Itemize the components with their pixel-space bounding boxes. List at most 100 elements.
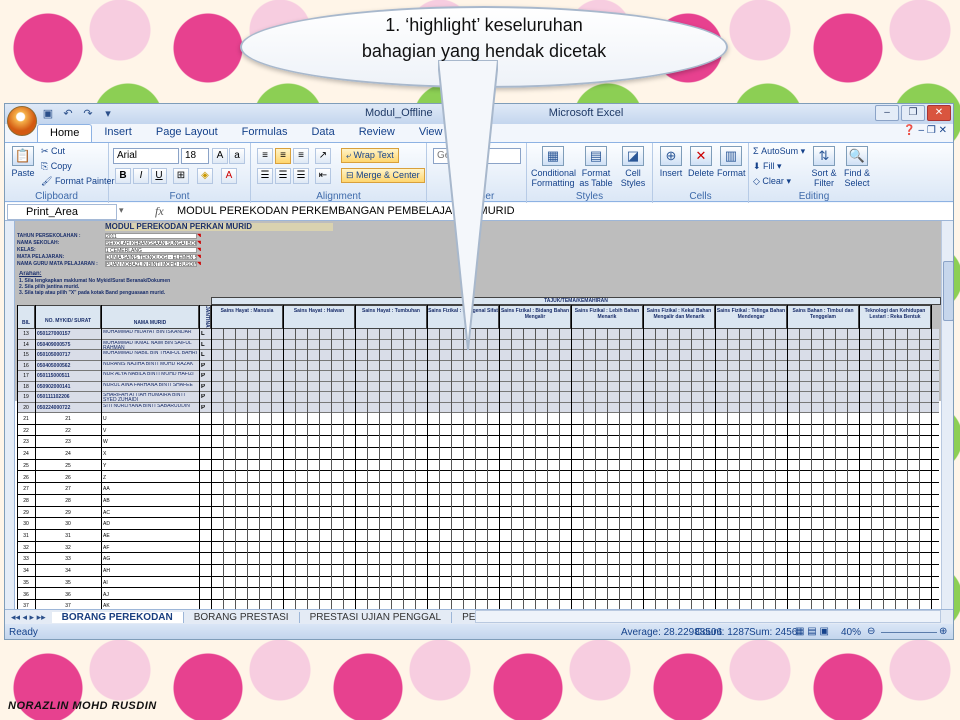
sort-filter-button[interactable]: ⇅ Sort & Filter	[809, 146, 839, 188]
row-jantina[interactable]: P	[201, 394, 209, 400]
format-cells-button[interactable]: ▥ Format	[717, 146, 746, 178]
vertical-scroll-thumb[interactable]	[943, 261, 953, 321]
merge-center-button[interactable]: ⊟ Merge & Center	[341, 168, 425, 183]
zoom-slider[interactable]	[881, 632, 937, 633]
info-value[interactable]: 1 CEMERLANG	[105, 247, 197, 253]
table-row[interactable]	[17, 413, 939, 425]
help-icon[interactable]: ❓ – ❐ ✕	[903, 125, 947, 136]
align-right-icon[interactable]: ☰	[293, 168, 309, 184]
row-nama[interactable]: AF	[103, 545, 133, 551]
row-nama[interactable]: AE	[103, 533, 133, 539]
row-mykid[interactable]: 31	[35, 533, 101, 539]
row-mykid[interactable]: 28	[35, 498, 101, 504]
row-mykid[interactable]: 33	[35, 556, 101, 562]
zoom-level[interactable]: 40%	[841, 627, 861, 638]
row-mykid[interactable]: 25	[35, 463, 101, 469]
bold-button[interactable]: B	[115, 168, 131, 184]
insert-cells-button[interactable]: ⊕ Insert	[657, 146, 685, 178]
row-nama[interactable]: AD	[103, 521, 133, 527]
table-row[interactable]	[17, 565, 939, 577]
row-jantina[interactable]: P	[201, 405, 209, 411]
table-row[interactable]	[17, 483, 939, 495]
row-jantina[interactable]: P	[201, 373, 209, 379]
copy-button[interactable]: ⎘ Copy	[41, 161, 72, 172]
align-left-icon[interactable]: ☰	[257, 168, 273, 184]
row-nama[interactable]: AH	[103, 568, 133, 574]
row-mykid[interactable]: 23	[35, 439, 101, 445]
customize-qat-icon[interactable]: ▾	[101, 107, 115, 121]
row-mykid[interactable]: 35	[35, 580, 101, 586]
row-mykid[interactable]: 050115000511	[37, 373, 101, 379]
row-nama[interactable]: X	[103, 451, 133, 457]
row-nama[interactable]: AG	[103, 556, 133, 562]
row-mykid[interactable]: 050902000141	[37, 384, 101, 390]
font-color-icon[interactable]: A	[221, 168, 237, 184]
tab-insert[interactable]: Insert	[92, 124, 144, 142]
row-mykid[interactable]: 050409000575	[37, 342, 101, 348]
row-mykid[interactable]: 29	[35, 510, 101, 516]
name-box-dropdown-icon[interactable]: ▾	[119, 205, 124, 216]
row-mykid[interactable]: 36	[35, 592, 101, 598]
row-nama[interactable]: NURANIS NAJIHA BINTI MOHD RAZAK	[103, 362, 199, 367]
table-row[interactable]	[17, 425, 939, 437]
row-mykid[interactable]: 26	[35, 475, 101, 481]
table-row[interactable]	[17, 436, 939, 449]
row-jantina[interactable]: P	[201, 363, 209, 369]
row-mykid[interactable]: 050224000722	[37, 405, 101, 411]
row-nama[interactable]: Y	[103, 463, 133, 469]
row-nama[interactable]: AJ	[103, 592, 133, 598]
row-nama[interactable]: AB	[103, 498, 133, 504]
table-row[interactable]	[17, 448, 939, 460]
row-nama[interactable]: SHARIFAH ATTIAH HUMAIRA BINTI SYED ZUHAI…	[103, 393, 199, 403]
fill-color-icon[interactable]: ◈	[197, 168, 213, 184]
zoom-in-icon[interactable]: ⊕	[939, 626, 947, 637]
cell-styles-button[interactable]: ◪ Cell Styles	[617, 146, 649, 188]
row-mykid[interactable]: 050127000157	[37, 331, 101, 337]
table-row[interactable]	[17, 600, 939, 609]
zoom-out-icon[interactable]: ⊖	[867, 626, 875, 637]
table-row[interactable]	[17, 472, 939, 484]
save-icon[interactable]: ▣	[41, 107, 55, 121]
shrink-font-icon[interactable]: a	[229, 148, 245, 164]
row-nama[interactable]: AA	[103, 486, 133, 492]
row-jantina[interactable]: L	[201, 342, 209, 348]
row-mykid[interactable]: 050405000562	[37, 363, 101, 369]
office-button[interactable]	[7, 106, 37, 136]
row-nama[interactable]: NURUL AINA FARHANA BINTI SHAFEE	[103, 383, 199, 388]
delete-cells-button[interactable]: ✕ Delete	[687, 146, 715, 178]
font-size-select[interactable]: 18	[181, 148, 209, 164]
sheet-tab-borang-perekodan[interactable]: BORANG PEREKODAN	[51, 611, 184, 623]
horizontal-scrollbar[interactable]	[475, 610, 941, 623]
tab-data[interactable]: Data	[299, 124, 346, 142]
row-mykid[interactable]: 24	[35, 451, 101, 457]
row-nama[interactable]: V	[103, 428, 133, 434]
find-select-button[interactable]: 🔍 Find & Select	[841, 146, 873, 188]
row-nama[interactable]: Z	[103, 475, 133, 481]
row-nama[interactable]: U	[103, 416, 133, 422]
row-mykid[interactable]: 050105000717	[37, 352, 101, 358]
grow-font-icon[interactable]: A	[212, 148, 228, 164]
wrap-text-button[interactable]: ⤶ Wrap Text	[341, 148, 399, 163]
cut-button[interactable]: ✂ Cut	[41, 146, 65, 157]
table-row[interactable]	[17, 542, 939, 554]
row-jantina[interactable]: L	[201, 352, 209, 358]
row-mykid[interactable]: 21	[35, 416, 101, 422]
row-mykid[interactable]: 30	[35, 521, 101, 527]
row-nama[interactable]: W	[103, 439, 133, 445]
restore-icon[interactable]: ❐	[901, 105, 925, 121]
borders-icon[interactable]: ⊞	[173, 168, 189, 184]
decrease-indent-icon[interactable]: ⇤	[315, 168, 331, 184]
table-row[interactable]	[17, 577, 939, 589]
insert-function-icon[interactable]: fx	[155, 204, 164, 219]
row-jantina[interactable]: L	[201, 331, 209, 337]
redo-icon[interactable]: ↷	[81, 107, 95, 121]
format-painter-button[interactable]: 🖌 Format Painter	[41, 176, 114, 187]
row-nama[interactable]: MUHAMMAD IKMAL NAIM BIN SAIFUL RAHMAN	[103, 341, 199, 351]
minimize-icon[interactable]: –	[875, 105, 899, 121]
row-jantina[interactable]: P	[201, 384, 209, 390]
table-row[interactable]	[17, 530, 939, 542]
paste-button[interactable]: 📋 Paste	[9, 146, 37, 178]
info-value[interactable]: DUNIA SAINS TEKNOLOGI - ELEMEN SAINS TAH…	[105, 254, 197, 260]
undo-icon[interactable]: ↶	[61, 107, 75, 121]
format-as-table-button[interactable]: ▤ Format as Table	[577, 146, 615, 188]
